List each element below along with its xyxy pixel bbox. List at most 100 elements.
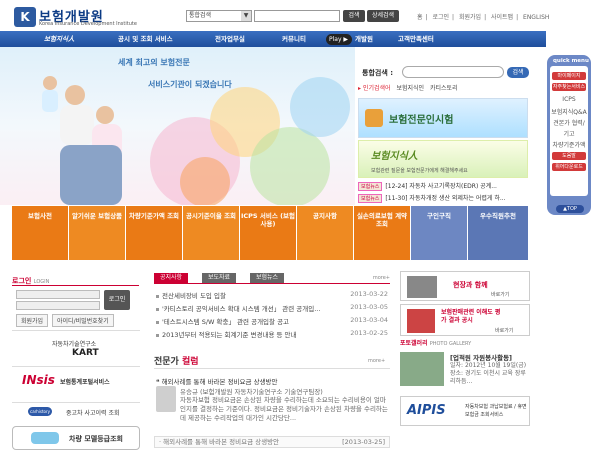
search-scope-select[interactable]: 통합검색 ▼ bbox=[186, 10, 252, 22]
advanced-search-button[interactable]: 상세검색 bbox=[367, 10, 399, 22]
play-button[interactable]: Play ▶ bbox=[326, 34, 352, 45]
quick-icps[interactable]: ICPS bbox=[550, 96, 588, 103]
toplink-sitemap[interactable]: 사이트맵 bbox=[491, 14, 513, 21]
find-account-link[interactable]: 아이디/비밀번호찾기 bbox=[52, 314, 114, 327]
vehicle-model-banner[interactable]: 차량 모델등급조회 bbox=[12, 426, 140, 450]
notice-item[interactable]: '테스트시스템 S/W 확충」 관련 공개입찰 공고 2013-03-04 bbox=[156, 316, 388, 326]
notice-item[interactable]: 전산세비장비 도입 입찰 2013-03-22 bbox=[156, 290, 388, 300]
quick-vehicle-price[interactable]: 차량기준가액 bbox=[550, 140, 588, 149]
popular-term-1[interactable]: 보험지식인 bbox=[396, 85, 424, 92]
popular-term-2[interactable]: 카티스토리 bbox=[430, 85, 458, 92]
chevron-down-icon: ▼ bbox=[241, 11, 251, 21]
tile-label: 공지사항 bbox=[313, 212, 337, 220]
nav-item-e-office[interactable]: 전자업무실 bbox=[215, 31, 245, 47]
toplink-home[interactable]: 홈 bbox=[417, 14, 423, 21]
quick-contribution[interactable]: 기고 bbox=[550, 129, 588, 138]
search-button[interactable]: 검색 bbox=[343, 10, 365, 22]
quick-mypage[interactable]: 마이페이지 bbox=[552, 72, 586, 80]
notice-date: 2013-03-05 bbox=[350, 303, 388, 311]
evaluation-banner[interactable]: 보험판매관련 이해도 평가 결과 공시 바로가기 bbox=[400, 304, 530, 336]
expert-body: 자동차보험 정비요금은 손상된 차량을 수리하는데 소요되는 수리비용이 얼마인… bbox=[180, 396, 388, 422]
notice-item[interactable]: '카티스토리 공익서비스 확대 시스템 개선」 관련 공개입... 2013-03… bbox=[156, 303, 388, 313]
toplink-english[interactable]: ENGLISH bbox=[523, 14, 549, 21]
tile-jobs[interactable]: 구인구직 bbox=[411, 206, 467, 260]
toplink-login[interactable]: 로그인 bbox=[432, 14, 449, 21]
insis-banner[interactable]: INsis 보험통계포털서비스 bbox=[12, 366, 140, 400]
logo[interactable]: K 보험개발원 Korea Insurance Development Inst… bbox=[14, 6, 137, 30]
hero-banner: 세계 최고의 보험전문 서비스기관이 되겠습니다 bbox=[0, 47, 355, 205]
quick-qna[interactable]: 보험지식Q&A bbox=[550, 107, 588, 116]
quick-frequent-services[interactable]: 자주찾는서비스 bbox=[552, 83, 586, 91]
login-id-input[interactable] bbox=[16, 290, 100, 299]
notice-divider bbox=[154, 283, 390, 284]
logo-subtitle: Korea Insurance Development Institute bbox=[39, 21, 137, 27]
news-item[interactable]: 보험뉴스 [12-24] 자동차 사고기록장치(EDR) 공계... bbox=[358, 181, 497, 191]
integrated-search-input[interactable] bbox=[402, 66, 504, 78]
gallery-caption-title[interactable]: [업적원 자원봉사활동] bbox=[450, 352, 512, 362]
aipis-banner[interactable]: AIPIS 자동차보험 과납보험료 / 휴면보험금 조회서비스 bbox=[400, 396, 530, 426]
nav-item-customer-center[interactable]: 고객만족센터 bbox=[398, 31, 434, 47]
expert-footer-text: · 해외사례를 통해 바라본 정비요금 상생방안 bbox=[159, 438, 280, 446]
expert-title-a: 전문가 bbox=[154, 357, 179, 367]
quick-menu-title: quick menu bbox=[553, 58, 589, 64]
search-input[interactable] bbox=[254, 10, 340, 22]
bullet-icon bbox=[156, 307, 159, 311]
tile-vehicle-price[interactable]: 차량기준가액 조회 bbox=[126, 206, 182, 260]
scroll-top-button[interactable]: ▲TOP bbox=[556, 205, 584, 213]
carhistory-banner[interactable]: carhistory 중고차 사고이력 조회 bbox=[12, 402, 140, 420]
login-divider bbox=[12, 285, 139, 286]
nav-item-insurance-knowledge[interactable]: 보험지식人 bbox=[44, 31, 74, 47]
tile-easy-products[interactable]: 알기쉬운 보험상품 bbox=[69, 206, 125, 260]
nav-item-community[interactable]: 커뮤니티 bbox=[282, 31, 306, 47]
field-banner-title: 현장과 함께 bbox=[453, 281, 488, 289]
quick-cooperation[interactable]: 견본가 협력/ bbox=[550, 118, 588, 127]
kart-banner[interactable]: 자동차기술연구소 KART bbox=[12, 330, 140, 364]
expert-avatar bbox=[156, 386, 176, 412]
tile-insurance-dictionary[interactable]: 보험사전 bbox=[12, 206, 68, 260]
photo-gallery-title: 포토갤러리 PHOTO GALLERY bbox=[400, 338, 471, 347]
exam-banner-title: 보험전문인시험 bbox=[389, 115, 454, 126]
expert-divider bbox=[154, 368, 390, 369]
join-link[interactable]: 회원가입 bbox=[16, 314, 49, 327]
exam-banner[interactable]: 보험전문인시험 bbox=[358, 98, 528, 138]
tile-notice[interactable]: 공지사항 bbox=[297, 206, 353, 260]
notice-more-link[interactable]: more+ bbox=[373, 275, 390, 281]
tab-insurance-news[interactable]: 보험뉴스 bbox=[250, 273, 285, 283]
expert-footer[interactable]: · 해외사례를 통해 바라본 정비요금 상생방안 [2013-03-25] bbox=[154, 436, 390, 448]
knowledge-banner-sub: 보험관련 질문을 보험전문가에게 해결해주세요 bbox=[371, 168, 468, 174]
knowledge-banner[interactable]: 보험지식人 보험관련 질문을 보험전문가에게 해결해주세요 bbox=[358, 140, 528, 178]
login-links: 회원가입 아이디/비밀번호찾기 bbox=[16, 314, 116, 327]
field-banner[interactable]: 현장과 함께 바로가기 bbox=[400, 271, 530, 301]
expert-column-title: 전문가 컬럼 bbox=[154, 354, 199, 367]
tab-press[interactable]: 보도자료 bbox=[202, 273, 237, 283]
quick-download[interactable]: 위어다운로드 bbox=[552, 163, 586, 171]
tile-icps[interactable]: ICPS 서비스 (보험사용) bbox=[240, 206, 296, 260]
evaluation-banner-title: 보험판매관련 이해도 평가 결과 공시 bbox=[441, 309, 501, 324]
login-password-input[interactable] bbox=[16, 301, 100, 310]
integrated-search-button[interactable]: 검색 bbox=[507, 67, 529, 78]
expert-question-text: 해외사례를 통해 바라본 정비요금 상생방안 bbox=[161, 378, 278, 386]
tile-disclosure-rate[interactable]: 공시기준이율 조회 bbox=[183, 206, 239, 260]
notice-date: 2013-03-22 bbox=[350, 290, 388, 298]
nav-item-disclosure[interactable]: 공시 및 조회 서비스 bbox=[118, 31, 173, 47]
expert-question[interactable]: ❝ 해외사례를 통해 바라본 정비요금 상생방안 bbox=[156, 376, 277, 386]
expert-more-link[interactable]: more+ bbox=[368, 358, 385, 364]
tile-medical-insurance[interactable]: 실손의료보험 계약조회 bbox=[354, 206, 410, 260]
car-icon bbox=[31, 432, 59, 444]
quick-help[interactable]: 도움말 bbox=[552, 152, 586, 160]
popular-label: ▸ 인기검색어 bbox=[358, 85, 391, 92]
login-button[interactable]: 로그인 bbox=[104, 290, 130, 310]
news-text: [12-24] 자동차 사고기록장치(EDR) 공계... bbox=[385, 183, 497, 190]
main-nav: 보험지식人 공시 및 조회 서비스 전자업무실 커뮤니티 개발원 고객만족센터 bbox=[0, 31, 546, 47]
service-tiles: 보험사전 알기쉬운 보험상품 차량기준가액 조회 공시기준이율 조회 ICPS … bbox=[12, 206, 528, 260]
news-item[interactable]: 보험뉴스 [11-30] 자동차개정 생산 외제차는 어렵게 하... bbox=[358, 193, 506, 203]
toplink-join[interactable]: 회원가입 bbox=[459, 14, 481, 21]
notice-item[interactable]: 2013년부터 적용되는 회계기준 변경내용 등 안내 2013-02-25 bbox=[156, 329, 388, 339]
nav-item-institute[interactable]: 개발원 bbox=[355, 31, 373, 47]
notice-text: 2013년부터 적용되는 회계기준 변경내용 등 안내 bbox=[162, 331, 297, 339]
gallery-photo[interactable] bbox=[400, 352, 444, 386]
tile-employee-recommend[interactable]: 우수직원추천 bbox=[468, 206, 528, 260]
gallery-caption: 일자: 2012년 10월 19일(금) 장소: 경기도 이천시 교육 장루리하… bbox=[450, 362, 527, 385]
vehicle-model-banner-title: 차량 모델등급조회 bbox=[69, 435, 123, 443]
tab-notice[interactable]: 공지사항 bbox=[154, 273, 189, 283]
